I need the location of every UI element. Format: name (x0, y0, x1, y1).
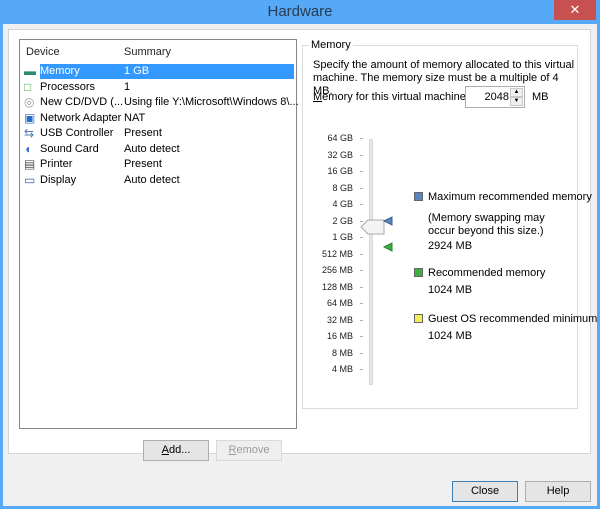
max-recommended-legend-icon (414, 192, 423, 201)
title-bar: Hardware ✕ (0, 0, 600, 24)
guest-min-value: 1024 MB (428, 330, 473, 342)
memory-scale-label: 32 MB (326, 314, 353, 325)
device-summary: Using file Y:\Microsoft\Windows 8\... (124, 96, 299, 108)
memory-scale-label: 8 GB (332, 182, 353, 193)
memory-scale-tick (360, 286, 363, 288)
max-recommended-marker-icon (383, 216, 393, 226)
device-summary: Auto detect (124, 173, 180, 186)
column-header-device[interactable]: Device (26, 46, 60, 58)
memory-field-label: Memory for this virtual machine: (313, 91, 469, 103)
device-name: Printer (40, 158, 73, 170)
memory-scale-label: 128 MB (321, 281, 353, 292)
display-icon: ▭ (24, 172, 36, 187)
device-row-usb-controller[interactable]: ⇆ USB Controller Present (20, 126, 296, 141)
recommended-label: Recommended memory (428, 267, 546, 279)
device-name: Network Adapter (40, 111, 122, 124)
memory-scale-label: 32 GB (327, 149, 353, 160)
memory-slider-track[interactable] (369, 139, 373, 385)
memory-scale-tick (360, 352, 363, 354)
decrement-arrow-icon[interactable]: ▼ (510, 97, 523, 106)
memory-scale-label: 4 MB (331, 364, 353, 374)
device-row-sound-card[interactable]: ◖ Sound Card Auto detect (20, 142, 296, 157)
device-summary: 1 (124, 80, 131, 93)
max-recommended-value: 2924 MB (428, 240, 473, 252)
memory-scale-label: 64 GB (327, 133, 353, 143)
memory-scale-tick (360, 171, 363, 172)
device-summary: Present (124, 127, 162, 139)
cd-dvd-icon: ◎ (24, 95, 35, 109)
memory-group: Memory Specify the amount of memory allo… (302, 39, 597, 409)
memory-scale-tick (360, 319, 363, 321)
memory-scale-label: 256 MB (321, 265, 353, 275)
memory-group-title: Memory (309, 39, 353, 51)
usb-icon: ⇆ (24, 126, 35, 140)
memory-scale-tick (360, 253, 363, 255)
memory-spinbox[interactable]: 2048 ▲ ▼ (465, 86, 525, 108)
close-button[interactable]: Close (452, 481, 518, 502)
remove-button[interactable]: Remove (216, 440, 282, 461)
memory-scale-tick (360, 303, 363, 304)
memory-scale-label: 2 GB (332, 215, 353, 226)
device-list-header: Device Summary (20, 40, 296, 62)
memory-unit: MB (532, 91, 549, 103)
device-name: Sound Card (40, 142, 99, 155)
add-button[interactable]: Add... (143, 440, 209, 461)
window-close-button[interactable]: ✕ (554, 0, 596, 20)
device-row-display[interactable]: ▭ Display Auto detect (20, 173, 296, 188)
device-name: Processors (40, 80, 96, 93)
memory-scale-tick (360, 237, 363, 238)
memory-scale-label: 4 GB (332, 199, 353, 209)
device-row-memory[interactable]: ▬ Memory 1 GB (20, 64, 296, 79)
memory-scale-tick (360, 369, 363, 370)
device-summary: Present (124, 158, 162, 170)
recommended-marker-icon (383, 242, 393, 252)
memory-scale-tick (360, 154, 363, 156)
printer-icon: ▤ (24, 157, 36, 171)
recommended-value: 1024 MB (428, 284, 473, 296)
memory-scale-tick (360, 138, 363, 139)
max-recommended-note: (Memory swapping may occur beyond this s… (428, 212, 545, 237)
memory-scale-tick (360, 187, 363, 189)
device-name: Memory (40, 65, 80, 77)
memory-scale-tick (360, 270, 363, 271)
device-row-printer[interactable]: ▤ Printer Present (20, 157, 296, 172)
memory-scale-label: 64 MB (326, 298, 353, 308)
dialog-body: Device Summary ▬ Memory 1 GB □ Processors 1 ◎ N… (3, 24, 597, 506)
help-button[interactable]: Help (525, 481, 591, 502)
sound-card-icon: ◖ (24, 141, 32, 156)
column-header-summary[interactable]: Summary (124, 46, 171, 58)
device-row-processors[interactable]: □ Processors 1 (20, 80, 296, 95)
memory-scale-label: 16 GB (327, 166, 353, 176)
device-row-network-adapter[interactable]: ▣ Network Adapter NAT (20, 111, 296, 126)
processor-icon: □ (24, 79, 32, 94)
device-name: New CD/DVD (... (40, 96, 124, 108)
memory-scale-label: 8 MB (331, 347, 353, 358)
device-list[interactable]: Device Summary ▬ Memory 1 GB □ Processors 1 ◎ N… (19, 39, 299, 429)
device-summary: NAT (124, 111, 146, 124)
max-recommended-label: Maximum recommended memory (428, 191, 592, 203)
network-adapter-icon: ▣ (24, 110, 36, 125)
hardware-panel: Device Summary ▬ Memory 1 GB □ Processors 1 ◎ N… (8, 29, 597, 461)
memory-scale-tick (360, 336, 363, 337)
device-row-new-cd-dvd[interactable]: ◎ New CD/DVD (... Using file Y:\Microsoft\… (20, 95, 299, 110)
device-name: USB Controller (40, 127, 114, 139)
device-summary: 1 GB (124, 65, 150, 77)
memory-value[interactable]: 2048 (485, 91, 509, 103)
window-title: Hardware (267, 3, 333, 20)
memory-scale-tick (360, 204, 363, 205)
device-summary: Auto detect (124, 142, 180, 155)
memory-icon: ▬ (24, 64, 36, 78)
memory-scale-label: 1 GB (332, 232, 353, 242)
guest-min-label: Guest OS recommended minimum (428, 313, 598, 325)
memory-scale-label: 16 MB (326, 331, 353, 341)
guest-min-legend-icon (414, 314, 423, 323)
increment-arrow-icon[interactable]: ▲ (510, 88, 523, 97)
device-name: Display (40, 173, 77, 186)
memory-scale-label: 512 MB (321, 248, 353, 259)
recommended-legend-icon (414, 268, 423, 277)
